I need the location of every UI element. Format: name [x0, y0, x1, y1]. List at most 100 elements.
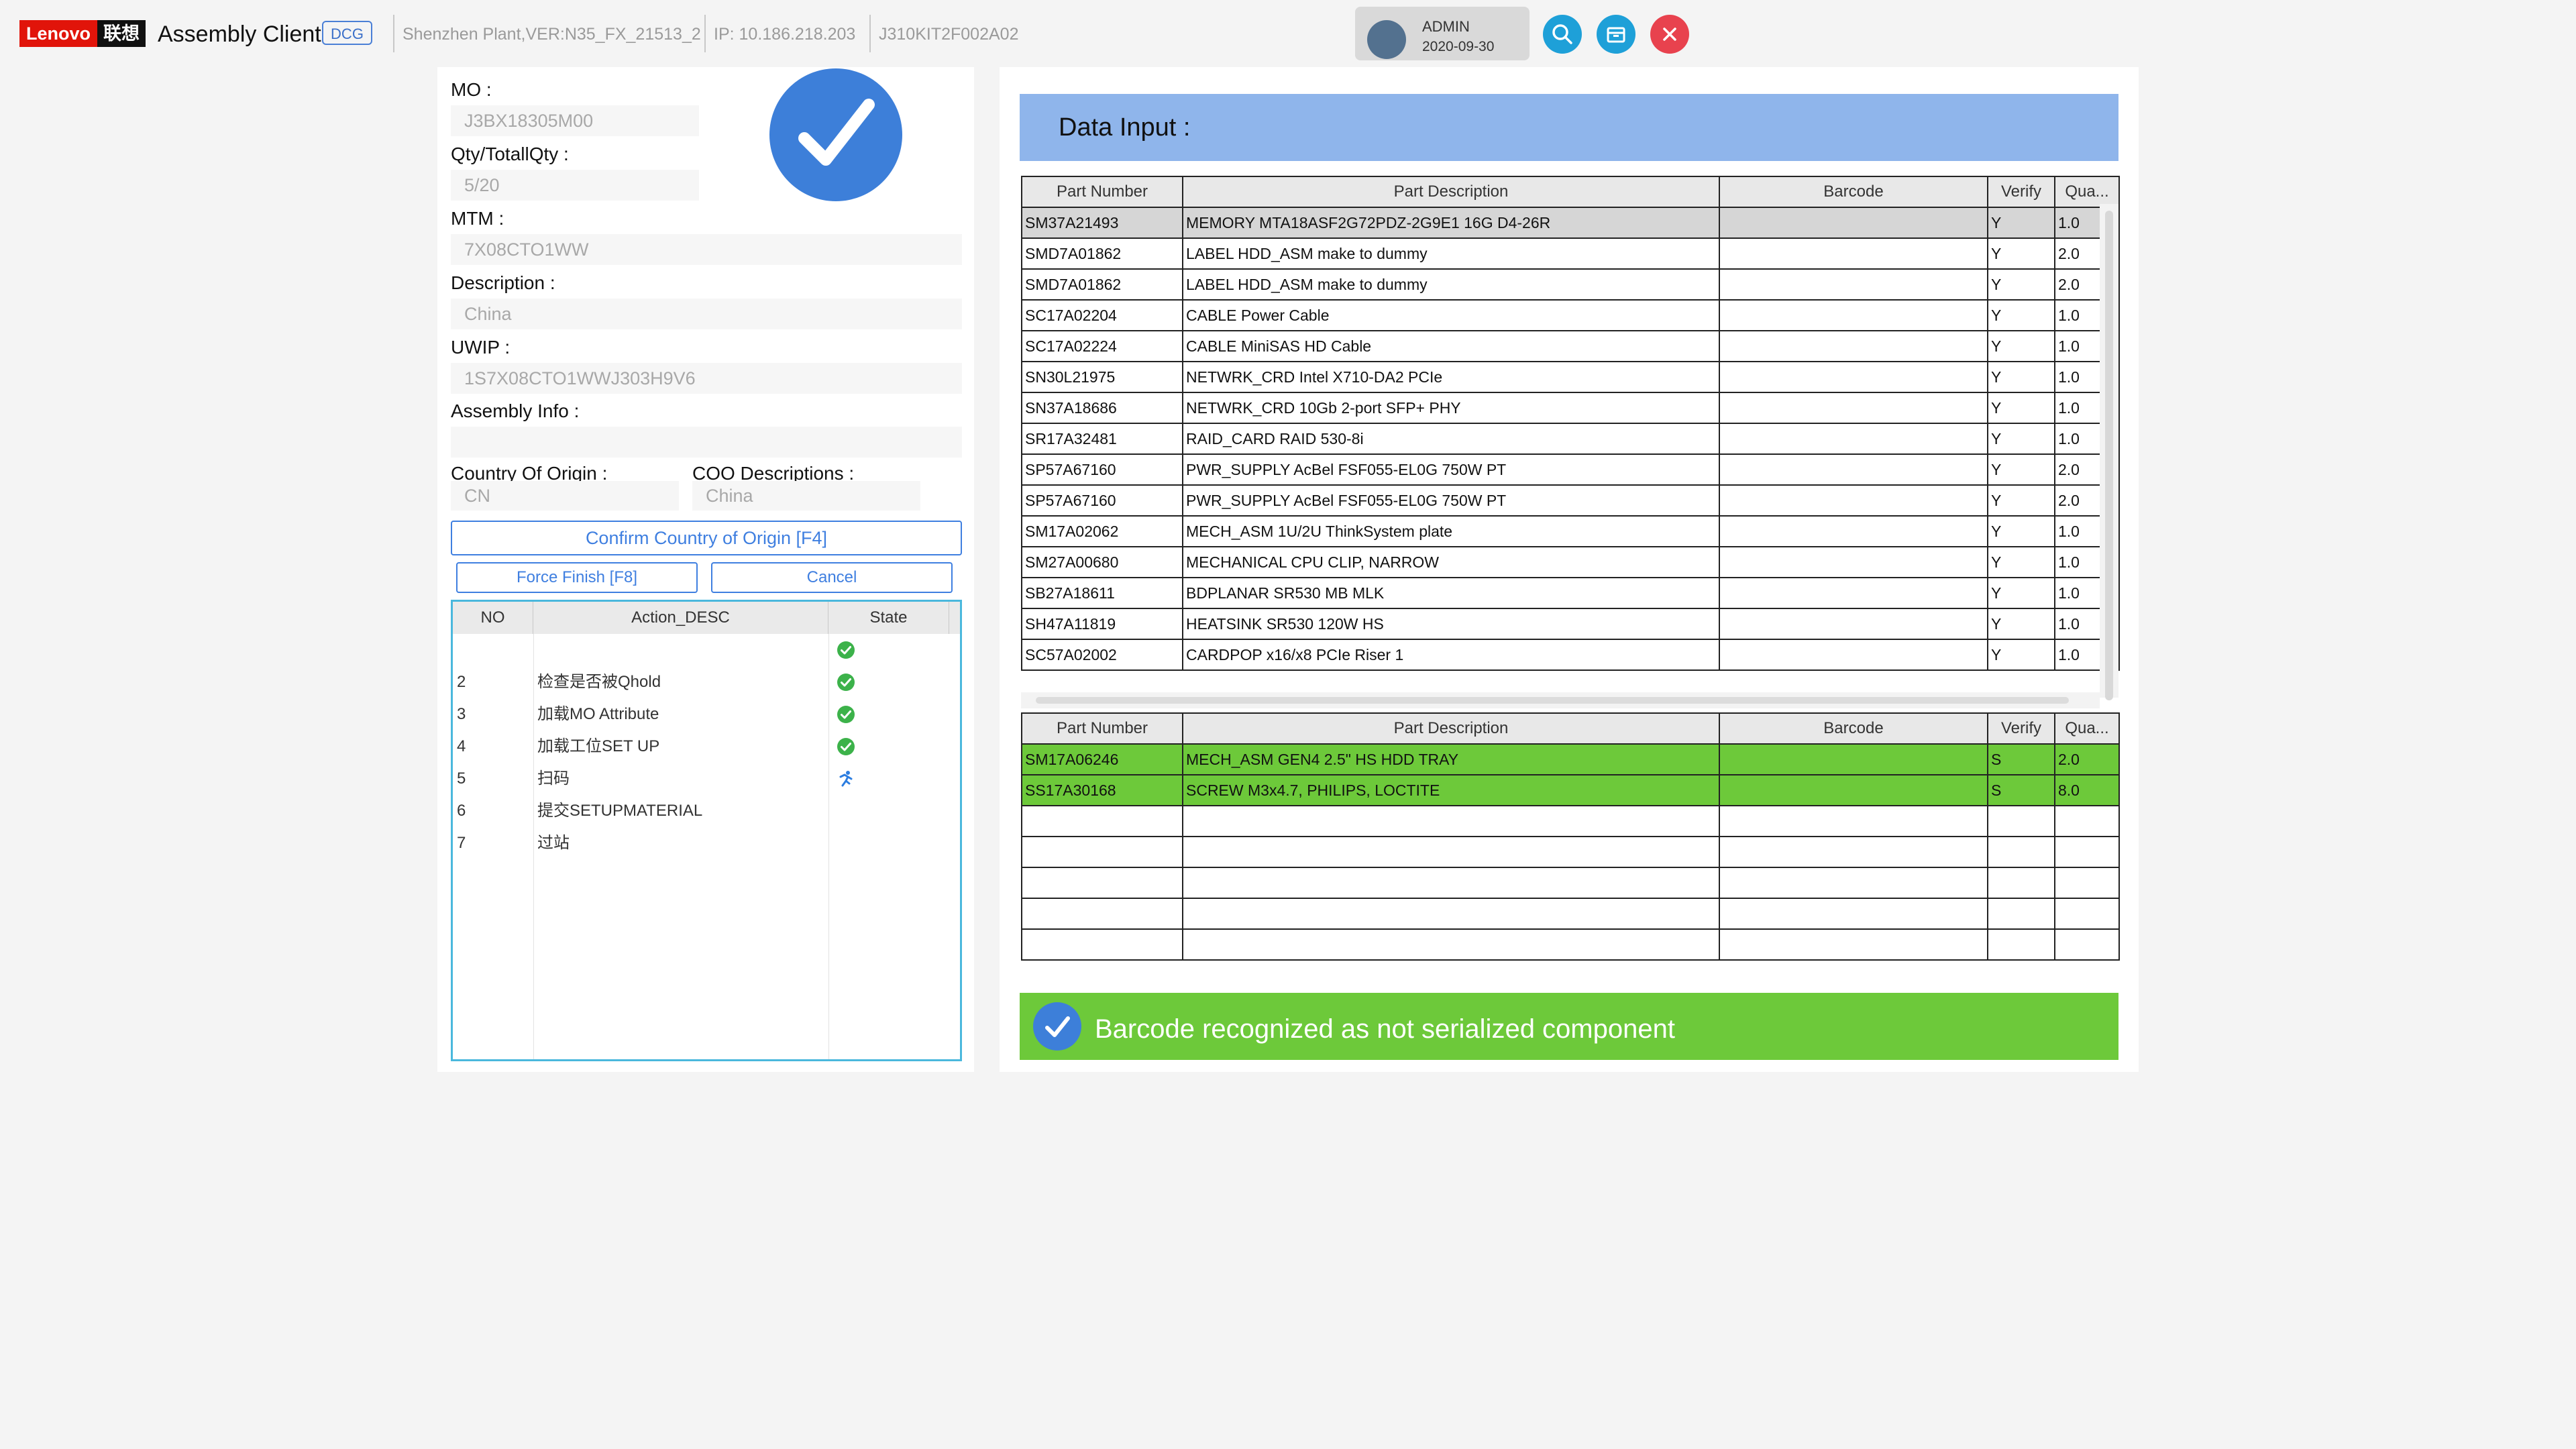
action-row[interactable]: 5 扫码 [453, 763, 960, 795]
logo-text: Lenovo [19, 20, 98, 47]
app-header: Lenovo 联想 Assembly Client DCG Shenzhen P… [0, 0, 2576, 67]
table-row[interactable]: SC17A02224 CABLE MiniSAS HD Cable Y 1.0 [1021, 330, 2120, 362]
part-description-cell: MECH_ASM GEN4 2.5" HS HDD TRAY [1182, 743, 1720, 775]
table-row[interactable]: SC57A02002 CARDPOP x16/x8 PCIe Riser 1 Y 1.… [1021, 639, 2120, 671]
scanned-parts-table: Part Number Part Description Barcode Ver… [1021, 712, 2120, 961]
part-description-cell [1182, 928, 1720, 961]
table-row[interactable]: SM17A06246 MECH_ASM GEN4 2.5" HS HDD TRAY… [1021, 743, 2120, 775]
barcode-cell [1719, 639, 1988, 671]
part-description-cell [1182, 836, 1720, 868]
table-row[interactable]: SMD7A01862 LABEL HDD_ASM make to dummy Y 2.… [1021, 268, 2120, 301]
logo-cn-text: 联想 [97, 20, 146, 47]
table-row[interactable]: SR17A32481 RAID_CARD RAID 530-8i Y 1.0 [1021, 423, 2120, 455]
table-row[interactable]: SC17A02204 CABLE Power Cable Y 1.0 [1021, 299, 2120, 331]
table-row[interactable]: SM17A02062 MECH_ASM 1U/2U ThinkSystem pla… [1021, 515, 2120, 547]
part-description-cell: HEATSINK SR530 120W HS [1182, 608, 1720, 640]
quantity-cell: 8.0 [2054, 774, 2120, 806]
column-header-no[interactable]: NO [453, 602, 533, 634]
quantity-cell [2054, 805, 2120, 837]
column-header-barcode[interactable]: Barcode [1719, 176, 1988, 208]
lenovo-logo: Lenovo 联想 [19, 20, 146, 47]
close-icon [1663, 28, 1676, 41]
verify-cell: Y [1987, 608, 2055, 640]
column-header-state[interactable]: State [828, 602, 949, 634]
table-row[interactable]: SM37A21493 MEMORY MTA18ASF2G72PDZ-2G9E1 1… [1021, 207, 2120, 239]
mo-label: MO : [451, 79, 492, 100]
table-row[interactable] [1021, 898, 2120, 930]
package-button[interactable] [1597, 15, 1635, 54]
part-number-cell: SN37A18686 [1021, 392, 1183, 424]
table-row[interactable]: SN37A18686 NETWRK_CRD 10Gb 2-port SFP+ PH… [1021, 392, 2120, 424]
barcode-cell [1719, 237, 1988, 270]
header-divider [869, 15, 871, 52]
part-description-cell [1182, 898, 1720, 930]
part-description-cell: PWR_SUPPLY AcBel FSF055-EL0G 750W PT [1182, 453, 1720, 486]
part-number-cell [1021, 805, 1183, 837]
action-row[interactable]: 6 提交SETUPMATERIAL [453, 795, 960, 827]
column-header-verify[interactable]: Verify [1987, 712, 2055, 745]
table-row[interactable]: SP57A67160 PWR_SUPPLY AcBel FSF055-EL0G 7… [1021, 453, 2120, 486]
confirm-coo-button[interactable]: Confirm Country of Origin [F4] [451, 521, 962, 555]
verify-cell: Y [1987, 453, 2055, 486]
column-header-part-number[interactable]: Part Number [1021, 176, 1183, 208]
horizontal-scrollbar[interactable] [1021, 692, 2100, 708]
action-no: 7 [457, 834, 466, 852]
part-number-cell: SR17A32481 [1021, 423, 1183, 455]
scrollbar-thumb[interactable] [2105, 211, 2113, 700]
part-description-cell [1182, 805, 1720, 837]
vertical-scrollbar[interactable] [2100, 204, 2118, 700]
column-header-part-number[interactable]: Part Number [1021, 712, 1183, 745]
search-button[interactable] [1543, 15, 1582, 54]
table-row[interactable] [1021, 805, 2120, 837]
force-finish-button[interactable]: Force Finish [F8] [456, 562, 698, 593]
action-desc: 加载工位SET UP [537, 737, 660, 755]
table-row[interactable]: SB27A18611 BDPLANAR SR530 MB MLK Y 1.0 [1021, 577, 2120, 609]
column-header-quantity[interactable]: Qua... [2054, 176, 2120, 208]
close-button[interactable] [1650, 15, 1689, 54]
table-row[interactable]: SS17A30168 SCREW M3x4.7, PHILIPS, LOCTITE… [1021, 774, 2120, 806]
user-name: ADMIN [1422, 18, 1470, 35]
avatar [1367, 20, 1406, 59]
action-desc: 提交SETUPMATERIAL [537, 802, 703, 820]
action-row[interactable] [453, 634, 960, 666]
check-circle-icon [1033, 1002, 1081, 1051]
column-header-action-desc[interactable]: Action_DESC [533, 602, 828, 634]
column-header-barcode[interactable]: Barcode [1719, 712, 1988, 745]
table-row[interactable]: SM27A00680 MECHANICAL CPU CLIP, NARROW Y 1.… [1021, 546, 2120, 578]
verify-cell: Y [1987, 207, 2055, 239]
cancel-button[interactable]: Cancel [711, 562, 953, 593]
part-number-cell [1021, 898, 1183, 930]
table-row[interactable] [1021, 867, 2120, 899]
table-row[interactable]: SN30L21975 NETWRK_CRD Intel X710-DA2 PCIe… [1021, 361, 2120, 393]
verify-cell: Y [1987, 546, 2055, 578]
column-header-part-description[interactable]: Part Description [1182, 712, 1720, 745]
column-header-verify[interactable]: Verify [1987, 176, 2055, 208]
barcode-cell [1719, 805, 1988, 837]
action-row[interactable]: 4 加载工位SET UP [453, 731, 960, 763]
part-description-cell [1182, 867, 1720, 899]
scrollbar-thumb[interactable] [1036, 697, 2069, 704]
table-row[interactable]: SH47A11819 HEATSINK SR530 120W HS Y 1.0 [1021, 608, 2120, 640]
coo-desc-field: China [692, 481, 920, 511]
action-row[interactable]: 3 加载MO Attribute [453, 698, 960, 731]
done-check-icon [837, 737, 855, 756]
verify-cell [1987, 928, 2055, 961]
action-row[interactable]: 7 过站 [453, 827, 960, 859]
table-row[interactable] [1021, 928, 2120, 961]
barcode-cell [1719, 743, 1988, 775]
column-header-quantity[interactable]: Qua... [2054, 712, 2120, 745]
table-row[interactable]: SMD7A01862 LABEL HDD_ASM make to dummy Y 2.… [1021, 237, 2120, 270]
barcode-cell [1719, 546, 1988, 578]
running-icon [837, 769, 855, 788]
user-info[interactable]: ADMIN 2020-09-30 [1355, 7, 1529, 60]
status-message: Barcode recognized as not serialized com… [1095, 1014, 1675, 1044]
part-description-cell: SCREW M3x4.7, PHILIPS, LOCTITE [1182, 774, 1720, 806]
package-icon [1607, 27, 1625, 43]
table-row[interactable]: SP57A67160 PWR_SUPPLY AcBel FSF055-EL0G 7… [1021, 484, 2120, 517]
search-icon [1552, 24, 1572, 44]
action-row[interactable]: 2 检查是否被Qhold [453, 666, 960, 698]
table-row[interactable] [1021, 836, 2120, 868]
part-description-cell: LABEL HDD_ASM make to dummy [1182, 237, 1720, 270]
part-number-cell: SM17A02062 [1021, 515, 1183, 547]
column-header-part-description[interactable]: Part Description [1182, 176, 1720, 208]
